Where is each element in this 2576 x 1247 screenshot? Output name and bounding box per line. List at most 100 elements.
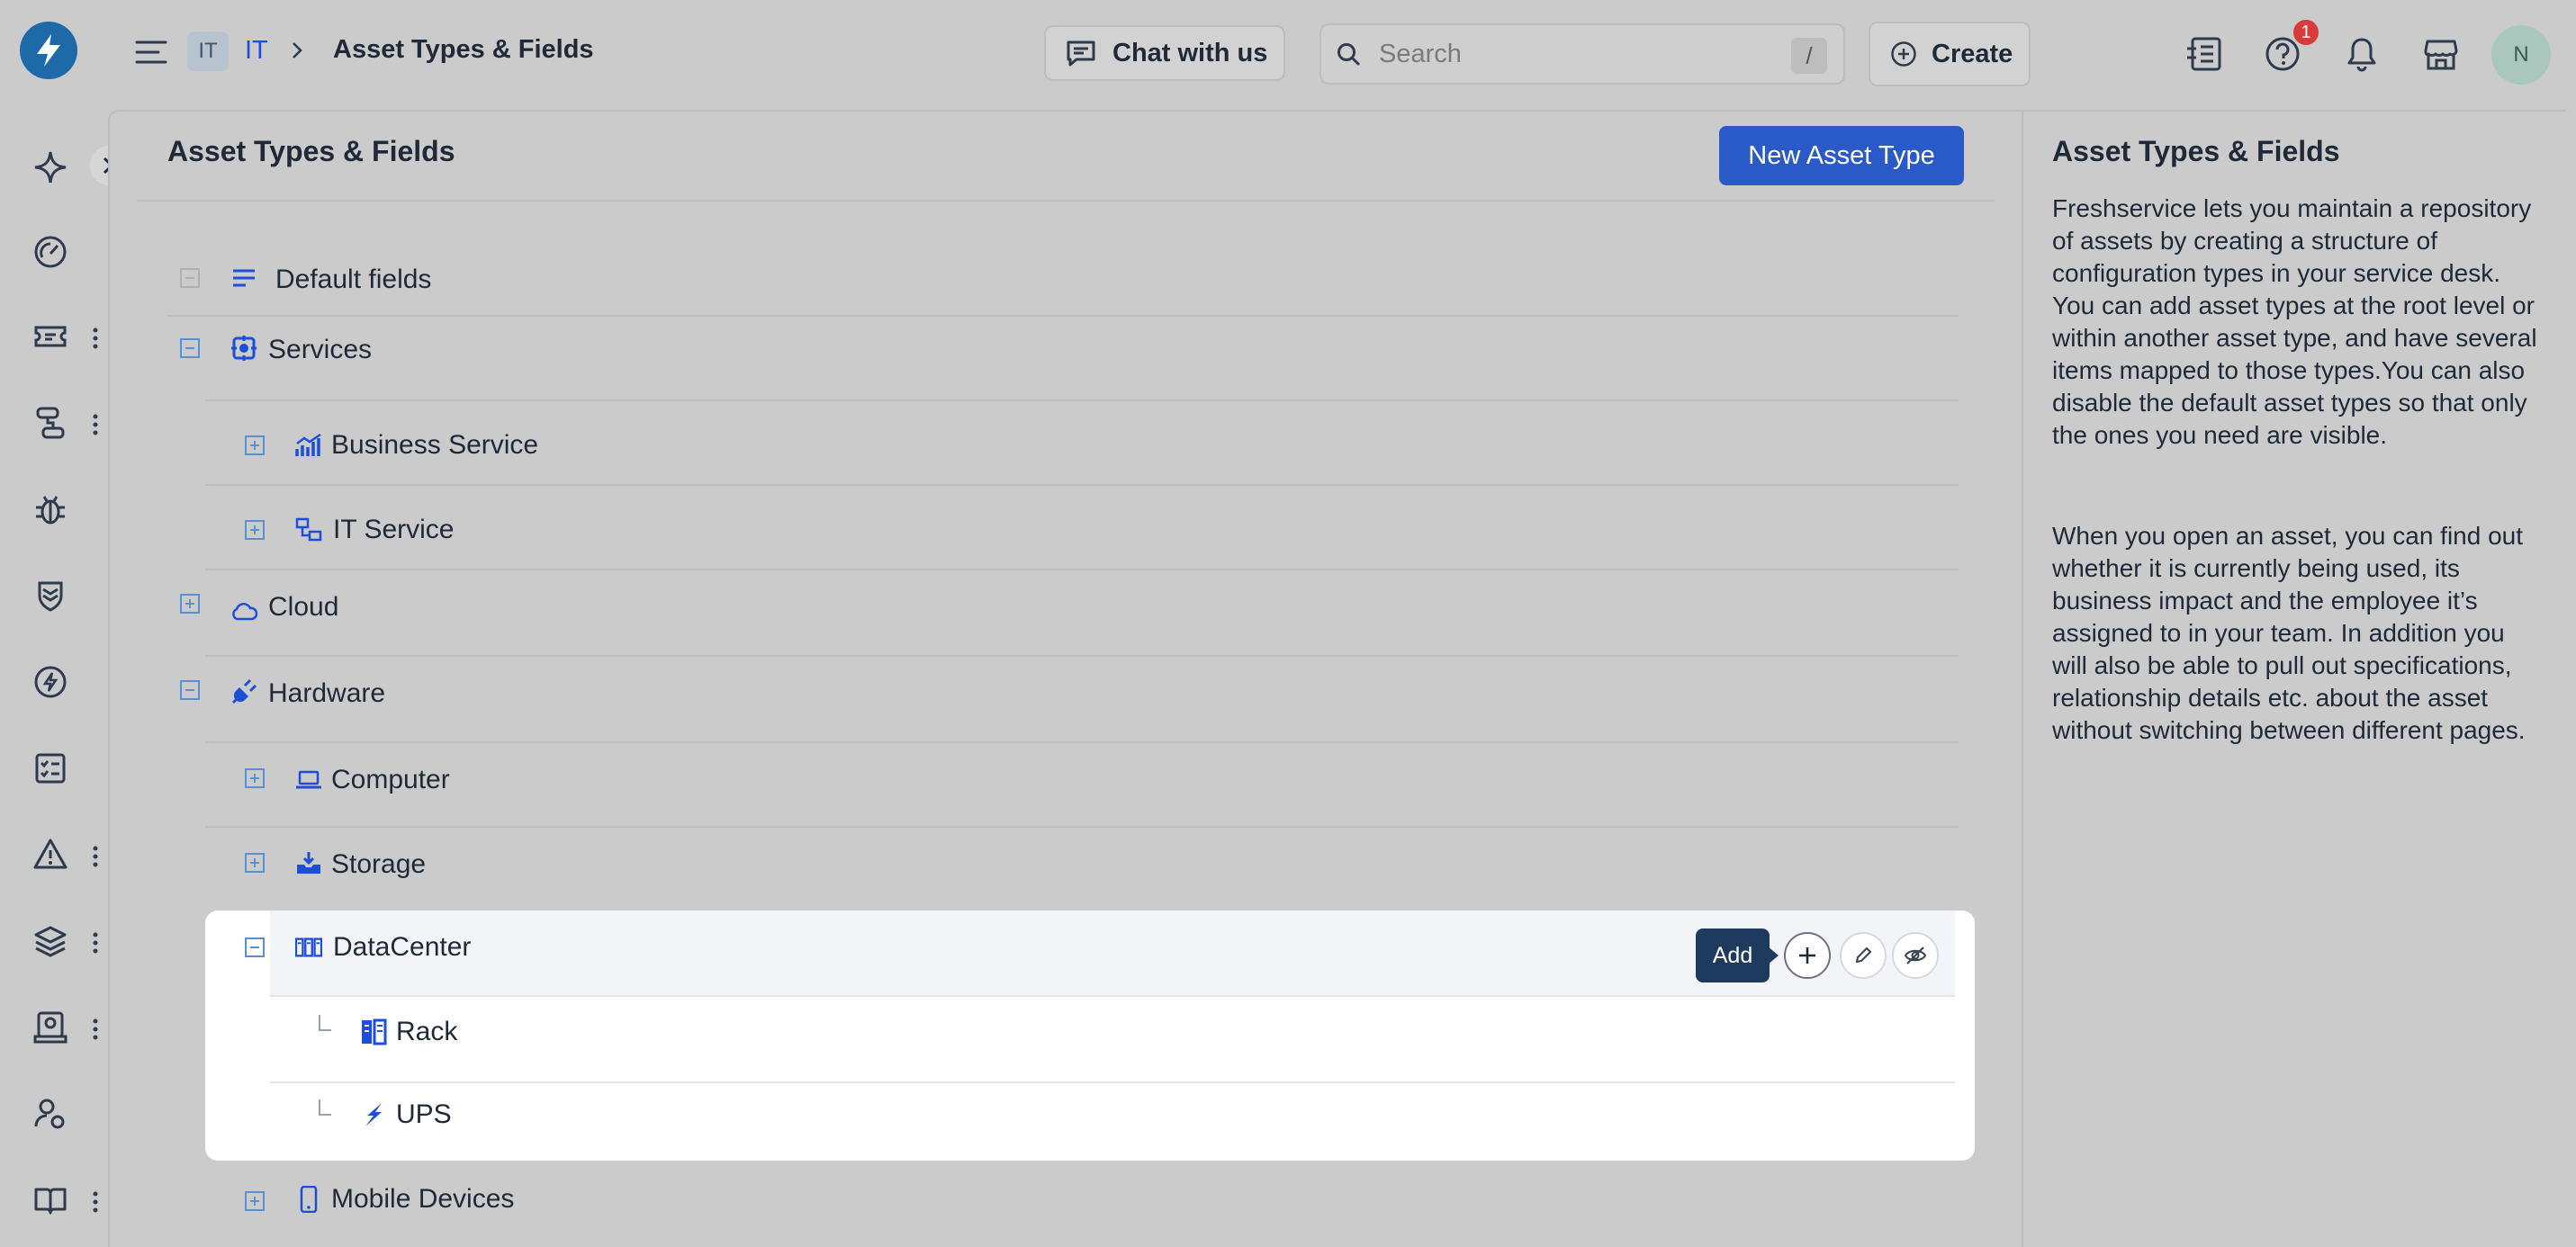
- tree-connector: [319, 1099, 331, 1116]
- tree-label: Services: [268, 335, 373, 364]
- changes-shield-icon[interactable]: [25, 570, 76, 621]
- search-placeholder: Search: [1379, 39, 1462, 68]
- it-service-network-icon: [295, 516, 322, 543]
- alerts-warning-icon[interactable]: [25, 830, 76, 880]
- contracts-icon[interactable]: [25, 1002, 76, 1053]
- tree-row-mobile-devices[interactable]: Mobile Devices: [205, 1161, 1959, 1247]
- tree-label-ups[interactable]: UPS: [396, 1099, 452, 1130]
- search-shortcut-key: /: [1791, 38, 1827, 74]
- tree-row-services[interactable]: Services: [167, 317, 1959, 401]
- chat-with-us-button[interactable]: Chat with us: [1044, 25, 1285, 81]
- expand-toggle[interactable]: [180, 594, 200, 614]
- add-tooltip: Add: [1696, 929, 1770, 982]
- tree-label: Cloud: [268, 592, 339, 622]
- chevron-right-icon: [286, 40, 308, 61]
- services-gear-icon: [230, 335, 257, 362]
- contracts-more-icon[interactable]: [86, 1013, 104, 1045]
- solutions-book-icon[interactable]: [25, 1175, 76, 1225]
- assets-layers-icon[interactable]: [25, 916, 76, 966]
- add-child-button[interactable]: [1784, 932, 1831, 979]
- tasks-checklist-icon[interactable]: [25, 743, 76, 794]
- breadcrumb-current-page: Asset Types & Fields: [333, 35, 594, 64]
- tree-label: Storage: [331, 849, 427, 879]
- left-nav-rail: [0, 0, 108, 1247]
- search-icon: [1336, 41, 1361, 67]
- pencil-icon: [1853, 946, 1873, 965]
- tickets-icon[interactable]: [25, 311, 76, 362]
- chat-bubble-icon: [1066, 40, 1096, 67]
- tree-row-default-fields[interactable]: Default fields: [167, 239, 1959, 317]
- help-panel-title: Asset Types & Fields: [2052, 135, 2340, 167]
- tree-row-computer[interactable]: Computer: [205, 743, 1959, 828]
- solutions-more-icon[interactable]: [86, 1186, 104, 1218]
- search-input[interactable]: Search /: [1320, 23, 1845, 85]
- mobile-phone-icon: [295, 1186, 322, 1213]
- tree-row-storage[interactable]: Storage: [205, 828, 1959, 912]
- eye-slash-icon: [1904, 946, 1927, 965]
- expand-toggle[interactable]: [245, 768, 265, 788]
- problems-bug-icon[interactable]: [25, 484, 76, 534]
- tree-row-it-service[interactable]: IT Service: [205, 486, 1959, 570]
- tickets-more-icon[interactable]: [86, 322, 104, 354]
- workspace-badge[interactable]: IT: [187, 31, 229, 71]
- expand-toggle[interactable]: [245, 435, 265, 455]
- cloud-icon: [230, 597, 257, 624]
- collapse-toggle[interactable]: [180, 338, 200, 358]
- assets-more-icon[interactable]: [86, 927, 104, 959]
- plus-icon: [1797, 945, 1818, 966]
- help-paragraph-1: Freshservice lets you maintain a reposit…: [2052, 194, 2537, 449]
- page-title: Asset Types & Fields: [167, 135, 455, 167]
- notifications-bell-icon[interactable]: [2340, 32, 2383, 76]
- tree-label: Computer: [331, 765, 450, 794]
- plus-circle-icon: [1890, 40, 1917, 67]
- tree-label: Default fields: [275, 265, 432, 294]
- create-button[interactable]: Create: [1869, 22, 2031, 86]
- user-avatar[interactable]: N: [2491, 25, 2551, 85]
- menu-hamburger-icon[interactable]: [133, 34, 169, 70]
- hardware-plug-icon: [230, 678, 257, 705]
- workflow-more-icon[interactable]: [86, 408, 104, 441]
- new-asset-type-button[interactable]: New Asset Type: [1719, 126, 1964, 185]
- create-button-label: Create: [1932, 39, 2013, 68]
- edit-button[interactable]: [1840, 932, 1887, 979]
- tree-label: Mobile Devices: [331, 1184, 515, 1214]
- tree-label-datacenter: DataCenter: [333, 932, 472, 962]
- expand-toggle[interactable]: [245, 520, 265, 540]
- tree-label: Business Service: [331, 430, 539, 460]
- releases-icon[interactable]: [25, 657, 76, 707]
- hide-button[interactable]: [1892, 932, 1939, 979]
- dashboard-gauge-icon[interactable]: [25, 227, 76, 277]
- chat-button-label: Chat with us: [1112, 38, 1268, 67]
- tree-label: IT Service: [333, 515, 455, 544]
- marketplace-store-icon[interactable]: [2419, 32, 2463, 76]
- tree-row-business-service[interactable]: Business Service: [205, 401, 1959, 486]
- breadcrumb-workspace-link[interactable]: IT: [245, 36, 268, 66]
- workflow-icon[interactable]: [25, 398, 76, 448]
- expand-toggle[interactable]: [245, 1191, 265, 1211]
- ups-lightning-icon: [360, 1101, 387, 1128]
- help-paragraph-2: When you open an asset, you can find out…: [2052, 522, 2526, 744]
- tree-row-hardware[interactable]: Hardware: [167, 657, 1959, 743]
- tree-row-cloud[interactable]: Cloud: [167, 570, 1959, 657]
- expand-toggle[interactable]: [245, 853, 265, 873]
- help-notification-badge: 1: [2292, 18, 2320, 47]
- ai-sparkle-icon[interactable]: [25, 142, 76, 193]
- freshservice-logo-icon[interactable]: [20, 22, 77, 79]
- collapse-toggle[interactable]: [245, 937, 265, 957]
- tooltip-arrow: [1768, 946, 1779, 964]
- business-chart-icon: [295, 432, 322, 459]
- storage-tray-icon: [295, 849, 322, 876]
- tree-connector: [319, 1015, 331, 1031]
- datacenter-servers-icon: [295, 934, 322, 961]
- tree-label-rack[interactable]: Rack: [396, 1017, 457, 1047]
- service-catalog-icon[interactable]: [2182, 32, 2225, 76]
- default-fields-lines-icon: [230, 265, 257, 292]
- title-divider: [137, 200, 1995, 202]
- laptop-icon: [295, 767, 322, 794]
- users-settings-icon[interactable]: [25, 1089, 76, 1139]
- alerts-more-icon[interactable]: [86, 840, 104, 873]
- rack-server-icon: [360, 1018, 387, 1045]
- collapse-toggle[interactable]: [180, 680, 200, 700]
- tree-label: Hardware: [268, 678, 386, 708]
- collapse-toggle-disabled: [180, 268, 200, 288]
